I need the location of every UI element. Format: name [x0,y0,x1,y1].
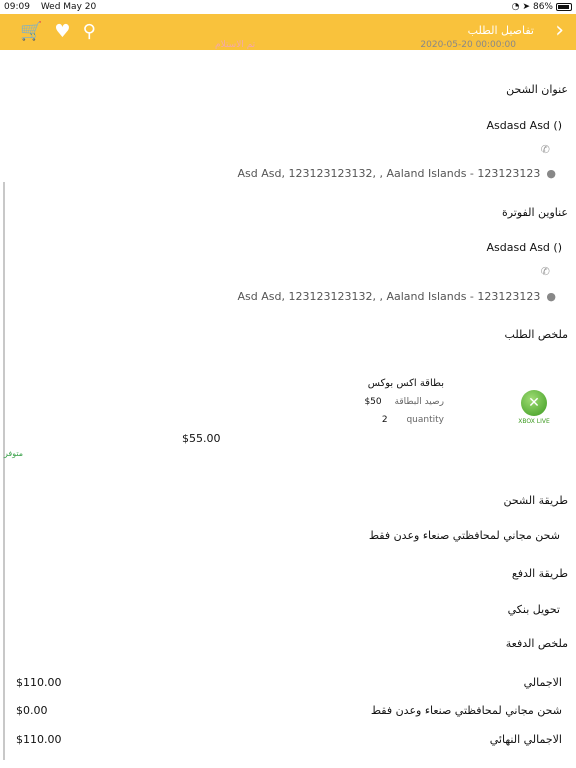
product-quantity: 2 quantity [382,415,444,425]
scroll-indicator [3,182,5,760]
shipping-method-heading: طريقة الشحن [503,494,568,507]
quantity-label: quantity [406,415,444,425]
summary-row-value: $0.00 [16,704,48,717]
billing-address-text: Asd Asd, 123123123132, , Aaland Islands … [237,290,541,303]
logo-caption: XBOX LIVE [518,418,550,425]
order-summary-heading: ملخص الطلب [504,328,568,341]
location-pin-icon: ● [546,290,556,303]
billing-address-row: Asd Asd, 123123123132, , Aaland Islands … [238,290,556,303]
shipping-name: Asdasd Asd () [486,119,562,132]
summary-row-label: شحن مجاني لمحافظتي صنعاء وعدن فقط [370,704,562,717]
balance-value: 50$ [364,397,382,407]
phone-icon: ✆ [540,143,550,156]
xbox-logo-icon: ✕ [521,390,547,416]
billing-address-heading: عناوين الفوترة [501,206,568,219]
summary-row-value: $110.00 [16,733,62,746]
payment-summary-heading: ملخص الدفعة [505,637,568,650]
order-status: تم الاستلام [215,40,256,50]
location-icon: ➤ [522,2,530,12]
cart-icon[interactable]: 🛒 [20,22,42,42]
billing-name: Asdasd Asd () [486,241,562,254]
summary-row-value: $110.00 [16,676,62,689]
phone-icon: ✆ [540,265,550,278]
status-bar: 09:09 Wed May 20 ◔ ➤ 86% [0,0,576,14]
product-balance: رصيد البطاقة 50$ [364,397,444,407]
page-title: تفاصيل الطلب [467,24,534,37]
shipping-address-heading: عنوان الشحن [506,83,568,96]
heart-icon[interactable]: ♥ [54,22,70,42]
stock-status: متوفر [4,449,24,458]
status-time: 09:09 [4,2,30,12]
payment-method-heading: طريقة الدفع [511,567,568,580]
shipping-address-text: Asd Asd, 123123123132, , Aaland Islands … [237,167,541,180]
battery-percent: 86% [532,2,553,12]
product-price: $55.00 [182,432,221,445]
location-pin-icon: ● [546,167,556,180]
summary-row-label: الاجمالي النهائي [489,733,562,746]
search-icon[interactable]: ⚲ [83,22,96,42]
shipping-address-row: Asd Asd, 123123123132, , Aaland Islands … [238,167,556,180]
balance-label: رصيد البطاقة [394,397,445,407]
status-date: Wed May 20 [40,2,97,12]
battery-icon [556,3,572,11]
back-chevron-icon[interactable]: › [555,20,564,42]
wifi-icon: ◔ [511,2,520,12]
product-image: ✕ XBOX LIVE [512,390,556,434]
order-date: 2020-05-20 00:00:00 [420,40,516,50]
shipping-method-value: شحن مجاني لمحافظتي صنعاء وعدن فقط [368,529,560,542]
product-title: بطاقة اكس بوكس [367,378,444,389]
summary-row-label: الاجمالي [523,676,562,689]
quantity-value: 2 [381,415,388,425]
payment-method-value: تحويل بنكي [507,603,560,616]
